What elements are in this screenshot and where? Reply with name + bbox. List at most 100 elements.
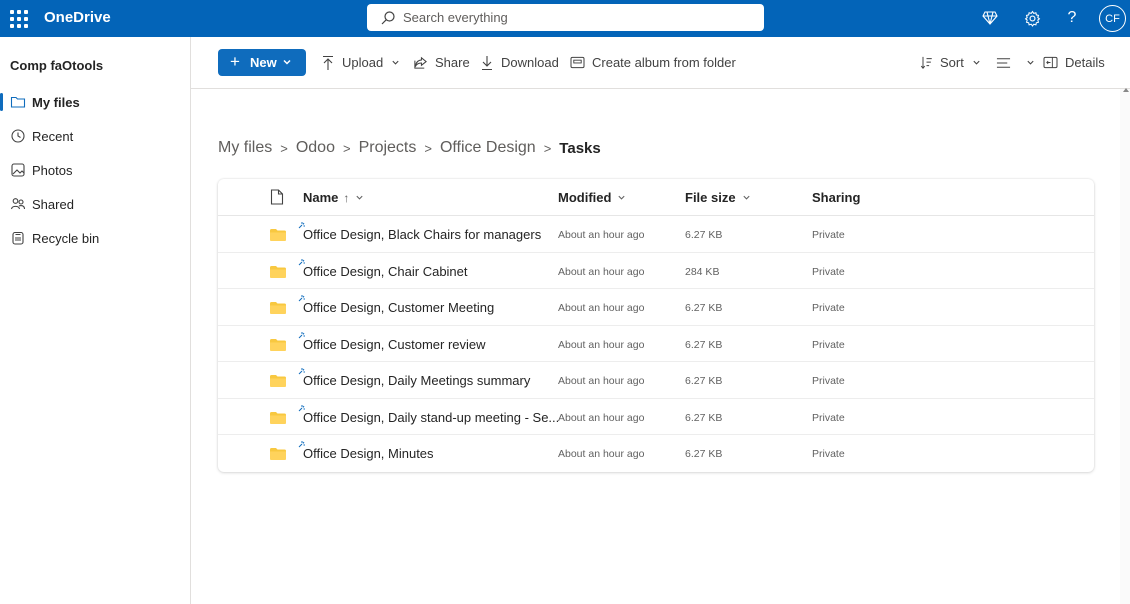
folder-icon — [270, 229, 286, 241]
file-name[interactable]: Office Design, Minutes — [303, 446, 434, 461]
upload-label: Upload — [342, 55, 384, 70]
file-name[interactable]: Office Design, Chair Cabinet — [303, 264, 468, 279]
breadcrumb-my-files[interactable]: My files — [218, 139, 272, 157]
table-row[interactable]: Office Design, Customer Meeting About an … — [218, 289, 1094, 326]
modified-cell: About an hour ago — [558, 265, 645, 278]
sharing-header-label: Sharing — [812, 190, 861, 205]
sort-label: Sort — [940, 55, 964, 70]
sidebar-item-label: Photos — [32, 163, 73, 178]
column-header-sharing[interactable]: Sharing — [812, 190, 860, 205]
file-size-cell: 6.27 KB — [685, 302, 723, 314]
sharing-cell: Private — [812, 411, 845, 424]
view-options-button[interactable] — [996, 49, 1035, 76]
app-title[interactable]: OneDrive — [44, 9, 111, 26]
diamond-icon[interactable] — [979, 7, 1001, 29]
column-header-file-size[interactable]: File size — [685, 190, 751, 205]
file-name[interactable]: Office Design, Black Chairs for managers — [303, 227, 541, 242]
table-row[interactable]: Office Design, Minutes About an hour ago 6… — [218, 435, 1094, 472]
sidebar-item-label: Shared — [32, 197, 74, 212]
sidebar-item-label: Recent — [32, 129, 74, 144]
search-box[interactable]: Search everything — [367, 4, 764, 31]
table-row[interactable]: Office Design, Daily stand-up meeting - … — [218, 399, 1094, 435]
sidebar-item-shared[interactable]: Shared — [0, 189, 190, 219]
sidebar-item-label: Recycle bin — [32, 231, 100, 246]
breadcrumb-projects[interactable]: Projects — [359, 139, 417, 157]
table-row[interactable]: Office Design, Customer review About an h… — [218, 326, 1094, 362]
file-type-icon — [270, 189, 284, 205]
chevron-down-icon — [392, 60, 399, 65]
file-size-cell: 6.27 KB — [685, 448, 723, 460]
file-size-cell: 6.27 KB — [685, 375, 723, 387]
create-album-label: Create album from folder — [592, 55, 736, 70]
upload-button[interactable]: Upload — [321, 49, 400, 76]
search-icon — [381, 11, 395, 25]
folder-icon — [270, 375, 286, 387]
table-row[interactable]: Office Design, Black Chairs for managers… — [218, 216, 1094, 253]
new-button-label: New — [250, 55, 277, 70]
command-bar: + New Upload Share Download Create album… — [191, 37, 1130, 89]
image-icon — [11, 163, 25, 177]
breadcrumb-office-design[interactable]: Office Design — [440, 139, 536, 157]
sidebar-item-recycle-bin[interactable]: Recycle bin — [0, 223, 190, 253]
app-launcher-icon[interactable] — [9, 9, 28, 28]
sharing-cell: Private — [812, 338, 845, 351]
breadcrumb: My files > Odoo > Projects > Office Desi… — [218, 136, 601, 160]
left-nav: Comp faOtools My files Recent Photos Sha… — [0, 37, 191, 604]
folder-icon — [270, 411, 286, 424]
name-header-label: Name — [303, 190, 339, 205]
sharing-cell: Private — [812, 375, 845, 387]
modified-cell: About an hour ago — [558, 375, 645, 387]
upload-icon — [323, 55, 333, 70]
album-icon — [570, 56, 585, 69]
new-button[interactable]: + New — [218, 49, 306, 76]
sidebar-item-my-files[interactable]: My files — [0, 87, 190, 117]
table-row[interactable]: Office Design, Daily Meetings summary Abo… — [218, 362, 1094, 399]
file-name[interactable]: Office Design, Daily stand-up meeting - … — [303, 410, 559, 425]
modified-cell: About an hour ago — [558, 338, 645, 351]
file-name[interactable]: Office Design, Customer review — [303, 337, 486, 352]
column-header-modified[interactable]: Modified — [558, 190, 626, 205]
share-button[interactable]: Share — [413, 49, 470, 76]
download-label: Download — [501, 55, 559, 70]
folder-icon — [270, 302, 286, 314]
gear-icon[interactable] — [1021, 7, 1043, 29]
create-album-button[interactable]: Create album from folder — [570, 49, 736, 76]
scrollbar[interactable] — [1120, 89, 1130, 604]
scroll-up-icon[interactable] — [1123, 88, 1129, 92]
modified-cell: About an hour ago — [558, 448, 645, 460]
sharing-cell: Private — [812, 448, 845, 460]
chevron-right-icon: > — [424, 140, 432, 156]
modified-cell: About an hour ago — [558, 411, 645, 424]
column-header-name[interactable]: Name ↑ — [303, 190, 364, 205]
sort-button[interactable]: Sort — [920, 49, 981, 76]
sort-ascending-icon: ↑ — [343, 190, 350, 205]
file-size-cell: 284 KB — [685, 265, 720, 278]
table-row[interactable]: Office Design, Chair Cabinet About an hou… — [218, 253, 1094, 289]
chevron-right-icon: > — [342, 140, 351, 156]
sidebar-item-recent[interactable]: Recent — [0, 121, 190, 151]
chevron-right-icon: > — [280, 140, 288, 156]
file-name[interactable]: Office Design, Customer Meeting — [303, 300, 494, 315]
size-header-label: File size — [685, 190, 736, 205]
folder-icon — [10, 96, 26, 108]
sharing-cell: Private — [812, 229, 845, 241]
folder-icon — [270, 448, 286, 460]
download-button[interactable]: Download — [480, 49, 559, 76]
avatar[interactable]: CF — [1099, 5, 1126, 32]
details-button[interactable]: Details — [1043, 49, 1105, 76]
chevron-down-icon — [283, 59, 291, 65]
chevron-down-icon — [1027, 60, 1034, 65]
breadcrumb-odoo[interactable]: Odoo — [296, 139, 335, 157]
plus-icon: + — [230, 52, 240, 71]
help-icon[interactable]: ? — [1061, 7, 1083, 29]
account-name: Comp faOtools — [10, 58, 104, 73]
file-name[interactable]: Office Design, Daily Meetings summary — [303, 373, 530, 388]
people-icon — [10, 198, 26, 210]
file-list: Name ↑ Modified File size Sharing Office… — [218, 179, 1094, 472]
download-icon — [482, 55, 492, 70]
folder-icon — [270, 338, 286, 351]
sidebar-item-photos[interactable]: Photos — [0, 155, 190, 185]
details-pane-icon — [1043, 56, 1058, 69]
file-size-cell: 6.27 KB — [685, 229, 723, 241]
search-input[interactable]: Search everything — [403, 10, 508, 25]
